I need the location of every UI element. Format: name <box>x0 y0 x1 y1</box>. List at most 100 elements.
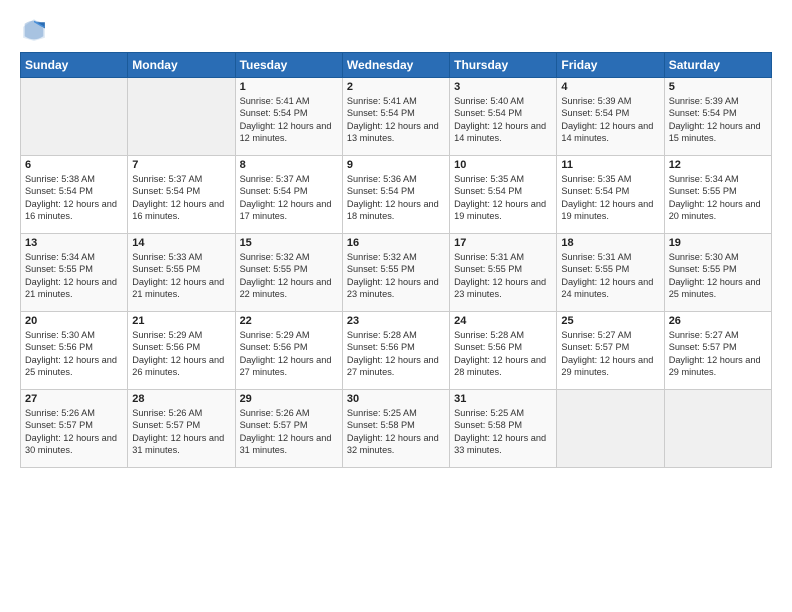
weekday-header: Sunday <box>21 53 128 78</box>
calendar-cell <box>21 78 128 156</box>
day-info: Sunrise: 5:39 AM Sunset: 5:54 PM Dayligh… <box>561 95 659 145</box>
day-number: 17 <box>454 237 552 249</box>
day-number: 16 <box>347 237 445 249</box>
day-number: 25 <box>561 315 659 327</box>
calendar-cell: 7 Sunrise: 5:37 AM Sunset: 5:54 PM Daylig… <box>128 156 235 234</box>
calendar-cell: 27 Sunrise: 5:26 AM Sunset: 5:57 PM Dayli… <box>21 390 128 468</box>
day-info: Sunrise: 5:35 AM Sunset: 5:54 PM Dayligh… <box>454 173 552 223</box>
calendar-cell: 17 Sunrise: 5:31 AM Sunset: 5:55 PM Dayli… <box>450 234 557 312</box>
day-number: 12 <box>669 159 767 171</box>
calendar-cell: 9Sunrise: 5:36 AM Sunset: 5:54 PM Daylig… <box>342 156 449 234</box>
calendar-cell <box>557 390 664 468</box>
day-number: 2 <box>347 81 445 93</box>
weekday-header: Thursday <box>450 53 557 78</box>
calendar-week-row: 1 Sunrise: 5:41 AM Sunset: 5:54 PM Daylig… <box>21 78 772 156</box>
calendar-week-row: 20 Sunrise: 5:30 AM Sunset: 5:56 PM Dayli… <box>21 312 772 390</box>
day-number: 15 <box>240 237 338 249</box>
day-number: 8 <box>240 159 338 171</box>
weekday-header: Saturday <box>664 53 771 78</box>
day-info: Sunrise: 5:31 AM Sunset: 5:55 PM Dayligh… <box>454 251 552 301</box>
calendar-cell: 12 Sunrise: 5:34 AM Sunset: 5:55 PM Dayli… <box>664 156 771 234</box>
day-number: 30 <box>347 393 445 405</box>
calendar-table: SundayMondayTuesdayWednesdayThursdayFrid… <box>20 52 772 468</box>
calendar-cell: 18Sunrise: 5:31 AM Sunset: 5:55 PM Dayli… <box>557 234 664 312</box>
logo <box>20 16 52 44</box>
calendar-cell: 11 Sunrise: 5:35 AM Sunset: 5:54 PM Dayli… <box>557 156 664 234</box>
day-number: 26 <box>669 315 767 327</box>
day-info: Sunrise: 5:29 AM Sunset: 5:56 PM Dayligh… <box>240 329 338 379</box>
day-info: Sunrise: 5:28 AM Sunset: 5:56 PM Dayligh… <box>347 329 445 379</box>
calendar-cell: 5 Sunrise: 5:39 AM Sunset: 5:54 PM Daylig… <box>664 78 771 156</box>
calendar-cell: 6 Sunrise: 5:38 AM Sunset: 5:54 PM Daylig… <box>21 156 128 234</box>
day-number: 11 <box>561 159 659 171</box>
day-info: Sunrise: 5:32 AM Sunset: 5:55 PM Dayligh… <box>240 251 338 301</box>
calendar-cell: 21 Sunrise: 5:29 AM Sunset: 5:56 PM Dayli… <box>128 312 235 390</box>
day-number: 28 <box>132 393 230 405</box>
day-number: 1 <box>240 81 338 93</box>
day-info: Sunrise: 5:33 AM Sunset: 5:55 PM Dayligh… <box>132 251 230 301</box>
header-row: SundayMondayTuesdayWednesdayThursdayFrid… <box>21 53 772 78</box>
weekday-header: Monday <box>128 53 235 78</box>
calendar-cell: 1Sunrise: 5:41 AM Sunset: 5:54 PM Daylig… <box>235 78 342 156</box>
day-info: Sunrise: 5:39 AM Sunset: 5:54 PM Dayligh… <box>669 95 767 145</box>
calendar-cell: 8 Sunrise: 5:37 AM Sunset: 5:54 PM Daylig… <box>235 156 342 234</box>
calendar-cell: 25 Sunrise: 5:27 AM Sunset: 5:57 PM Dayli… <box>557 312 664 390</box>
calendar-cell: 26 Sunrise: 5:27 AM Sunset: 5:57 PM Dayli… <box>664 312 771 390</box>
day-number: 5 <box>669 81 767 93</box>
day-number: 23 <box>347 315 445 327</box>
day-info: Sunrise: 5:34 AM Sunset: 5:55 PM Dayligh… <box>669 173 767 223</box>
day-info: Sunrise: 5:34 AM Sunset: 5:55 PM Dayligh… <box>25 251 123 301</box>
day-number: 19 <box>669 237 767 249</box>
day-info: Sunrise: 5:32 AM Sunset: 5:55 PM Dayligh… <box>347 251 445 301</box>
calendar-cell: 13Sunrise: 5:34 AM Sunset: 5:55 PM Dayli… <box>21 234 128 312</box>
day-number: 4 <box>561 81 659 93</box>
calendar-cell: 3 Sunrise: 5:40 AM Sunset: 5:54 PM Daylig… <box>450 78 557 156</box>
calendar-cell: 15 Sunrise: 5:32 AM Sunset: 5:55 PM Dayli… <box>235 234 342 312</box>
day-info: Sunrise: 5:26 AM Sunset: 5:57 PM Dayligh… <box>132 407 230 457</box>
calendar-week-row: 27 Sunrise: 5:26 AM Sunset: 5:57 PM Dayli… <box>21 390 772 468</box>
header <box>20 16 772 44</box>
calendar-cell: 2 Sunrise: 5:41 AM Sunset: 5:54 PM Daylig… <box>342 78 449 156</box>
day-info: Sunrise: 5:30 AM Sunset: 5:56 PM Dayligh… <box>25 329 123 379</box>
weekday-header: Tuesday <box>235 53 342 78</box>
calendar-cell: 30Sunrise: 5:25 AM Sunset: 5:58 PM Dayli… <box>342 390 449 468</box>
day-info: Sunrise: 5:25 AM Sunset: 5:58 PM Dayligh… <box>454 407 552 457</box>
page: SundayMondayTuesdayWednesdayThursdayFrid… <box>0 0 792 478</box>
calendar-cell: 24Sunrise: 5:28 AM Sunset: 5:56 PM Dayli… <box>450 312 557 390</box>
weekday-header: Wednesday <box>342 53 449 78</box>
calendar-cell: 19Sunrise: 5:30 AM Sunset: 5:55 PM Dayli… <box>664 234 771 312</box>
day-info: Sunrise: 5:26 AM Sunset: 5:57 PM Dayligh… <box>25 407 123 457</box>
day-info: Sunrise: 5:37 AM Sunset: 5:54 PM Dayligh… <box>240 173 338 223</box>
day-number: 21 <box>132 315 230 327</box>
day-number: 10 <box>454 159 552 171</box>
day-number: 24 <box>454 315 552 327</box>
day-info: Sunrise: 5:35 AM Sunset: 5:54 PM Dayligh… <box>561 173 659 223</box>
calendar-cell: 28 Sunrise: 5:26 AM Sunset: 5:57 PM Dayli… <box>128 390 235 468</box>
day-info: Sunrise: 5:41 AM Sunset: 5:54 PM Dayligh… <box>347 95 445 145</box>
day-number: 3 <box>454 81 552 93</box>
day-info: Sunrise: 5:27 AM Sunset: 5:57 PM Dayligh… <box>669 329 767 379</box>
day-number: 29 <box>240 393 338 405</box>
day-number: 20 <box>25 315 123 327</box>
day-number: 31 <box>454 393 552 405</box>
day-info: Sunrise: 5:36 AM Sunset: 5:54 PM Dayligh… <box>347 173 445 223</box>
calendar-cell <box>128 78 235 156</box>
day-info: Sunrise: 5:38 AM Sunset: 5:54 PM Dayligh… <box>25 173 123 223</box>
calendar-cell: 16 Sunrise: 5:32 AM Sunset: 5:55 PM Dayli… <box>342 234 449 312</box>
calendar-cell: 23 Sunrise: 5:28 AM Sunset: 5:56 PM Dayli… <box>342 312 449 390</box>
day-number: 6 <box>25 159 123 171</box>
day-number: 27 <box>25 393 123 405</box>
weekday-header: Friday <box>557 53 664 78</box>
logo-icon <box>20 16 48 44</box>
day-info: Sunrise: 5:37 AM Sunset: 5:54 PM Dayligh… <box>132 173 230 223</box>
day-info: Sunrise: 5:27 AM Sunset: 5:57 PM Dayligh… <box>561 329 659 379</box>
calendar-cell: 22Sunrise: 5:29 AM Sunset: 5:56 PM Dayli… <box>235 312 342 390</box>
day-info: Sunrise: 5:40 AM Sunset: 5:54 PM Dayligh… <box>454 95 552 145</box>
calendar-week-row: 13Sunrise: 5:34 AM Sunset: 5:55 PM Dayli… <box>21 234 772 312</box>
calendar-cell: 4 Sunrise: 5:39 AM Sunset: 5:54 PM Daylig… <box>557 78 664 156</box>
day-info: Sunrise: 5:26 AM Sunset: 5:57 PM Dayligh… <box>240 407 338 457</box>
day-number: 7 <box>132 159 230 171</box>
day-number: 14 <box>132 237 230 249</box>
day-info: Sunrise: 5:31 AM Sunset: 5:55 PM Dayligh… <box>561 251 659 301</box>
day-info: Sunrise: 5:29 AM Sunset: 5:56 PM Dayligh… <box>132 329 230 379</box>
